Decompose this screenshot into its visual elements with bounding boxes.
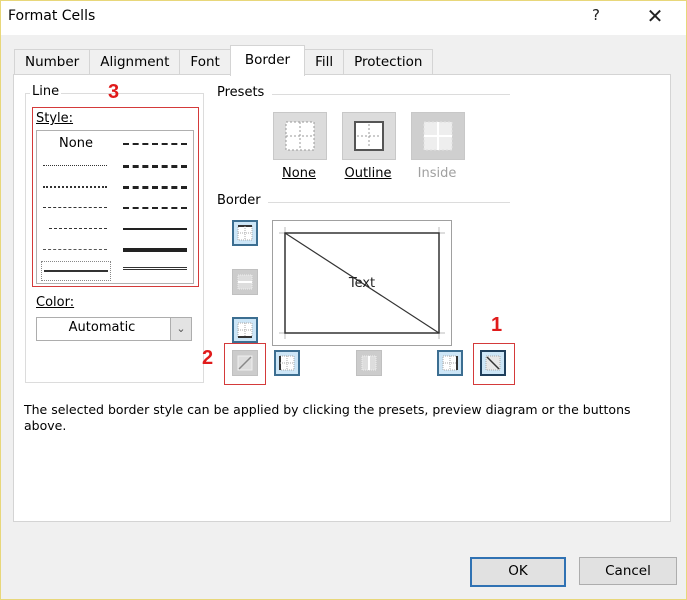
border-inside-horizontal-icon xyxy=(237,274,253,290)
preset-outline-icon xyxy=(354,121,384,151)
dialog-title: Format Cells xyxy=(8,8,96,24)
border-top-icon xyxy=(237,225,253,241)
border-inside-vertical-button[interactable] xyxy=(356,350,382,376)
border-preview[interactable]: Text xyxy=(272,220,452,346)
border-left-button[interactable] xyxy=(274,350,300,376)
line-style-list[interactable]: None xyxy=(36,130,194,284)
line-style-medium[interactable] xyxy=(121,220,189,238)
border-inside-horizontal-button[interactable] xyxy=(232,269,258,295)
line-style-medium-dash-dot[interactable] xyxy=(121,178,189,196)
annotation-1: 1 xyxy=(491,314,503,336)
tab-strip: Number Alignment Font Border Fill Protec… xyxy=(14,45,434,76)
cancel-button[interactable]: Cancel xyxy=(579,557,677,585)
preset-inside-button[interactable] xyxy=(411,112,465,160)
format-cells-dialog: Format Cells ? ✕ Number Alignment Font B… xyxy=(0,0,687,600)
line-style-dashed[interactable] xyxy=(41,241,109,259)
chevron-down-icon[interactable]: ⌄ xyxy=(170,318,191,340)
preset-none-label: None xyxy=(264,166,334,181)
tab-number[interactable]: Number xyxy=(14,49,91,76)
border-top-button[interactable] xyxy=(232,220,258,246)
color-label: Color: xyxy=(36,295,74,310)
preset-outline-label: Outline xyxy=(333,166,403,181)
border-divider xyxy=(268,202,510,203)
preview-text: Text xyxy=(348,276,376,291)
border-diagonal-down-button[interactable] xyxy=(480,350,506,376)
line-group-label: Line xyxy=(30,84,62,99)
border-bottom-icon xyxy=(237,322,253,338)
title-bar: Format Cells ? ✕ xyxy=(1,1,686,35)
line-style-medium-dashed[interactable] xyxy=(121,199,189,217)
annotation-2: 2 xyxy=(202,347,214,369)
preset-inside-icon xyxy=(423,121,453,151)
description-text: The selected border style can be applied… xyxy=(24,402,631,433)
border-label: Border xyxy=(217,193,261,208)
border-diagonal-down-icon xyxy=(485,355,501,371)
preset-none-label-text: None xyxy=(282,166,316,181)
border-left-icon xyxy=(279,355,295,371)
line-style-medium-dash-dot-dot[interactable] xyxy=(121,135,189,153)
border-diagonal-up-icon xyxy=(237,355,253,371)
help-button[interactable]: ? xyxy=(586,6,606,28)
border-bottom-button[interactable] xyxy=(232,317,258,343)
style-label: Style: xyxy=(36,111,73,126)
line-style-double[interactable] xyxy=(121,261,189,279)
line-style-thick[interactable] xyxy=(121,241,189,259)
tab-fill[interactable]: Fill xyxy=(304,49,345,76)
tab-font[interactable]: Font xyxy=(179,49,231,76)
color-dropdown[interactable]: Automatic ⌄ xyxy=(36,317,192,341)
line-style-thin-selected[interactable] xyxy=(41,261,111,281)
color-value: Automatic xyxy=(68,320,136,335)
ok-button[interactable]: OK xyxy=(470,557,566,587)
preset-outline-label-text: Outline xyxy=(344,166,392,181)
border-right-button[interactable] xyxy=(437,350,463,376)
preset-none-icon xyxy=(285,121,315,151)
style-label-text: Style: xyxy=(36,111,74,126)
presets-label: Presets xyxy=(217,85,265,100)
presets-divider xyxy=(272,94,510,95)
tab-protection[interactable]: Protection xyxy=(343,49,434,76)
line-style-dash-dot-dot[interactable] xyxy=(41,199,109,217)
tab-alignment[interactable]: Alignment xyxy=(89,49,181,76)
annotation-3: 3 xyxy=(108,81,120,103)
border-diagonal-up-button[interactable] xyxy=(232,350,258,376)
line-style-dash-dot[interactable] xyxy=(41,220,109,238)
tab-border[interactable]: Border xyxy=(229,45,306,76)
line-style-slanted-dash-dot[interactable] xyxy=(121,157,189,175)
line-style-dotted[interactable] xyxy=(41,178,109,196)
border-inside-vertical-icon xyxy=(361,355,377,371)
preset-none-button[interactable] xyxy=(273,112,327,160)
preset-inside-label: Inside xyxy=(417,166,457,181)
close-button[interactable]: ✕ xyxy=(641,4,669,30)
border-tab-panel: Line 3 Style: None Color: Automatic ⌄ Pr… xyxy=(13,74,671,522)
color-label-text: Color: xyxy=(36,295,75,310)
border-right-icon xyxy=(442,355,458,371)
line-style-none[interactable]: None xyxy=(41,135,111,153)
line-style-hair[interactable] xyxy=(41,157,109,175)
preset-outline-button[interactable] xyxy=(342,112,396,160)
